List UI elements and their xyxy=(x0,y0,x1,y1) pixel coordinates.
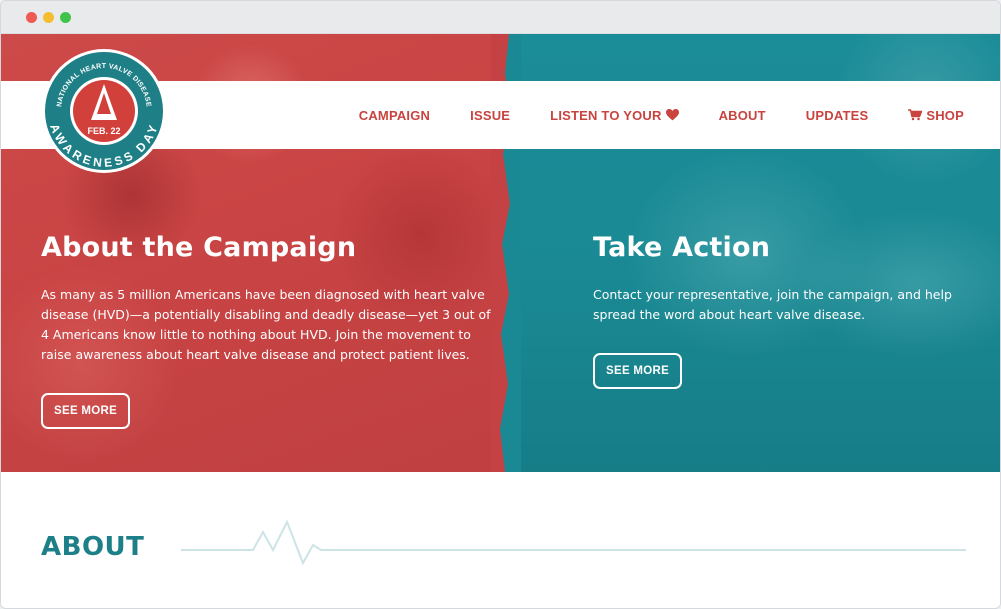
nav-updates[interactable]: UPDATES xyxy=(806,108,869,123)
hero-section: CAMPAIGN ISSUE LISTEN TO YOUR ABOUT UPDA… xyxy=(1,34,1000,472)
heartbeat-line xyxy=(181,519,966,566)
heart-icon xyxy=(665,109,679,121)
action-description: Contact your representative, join the ca… xyxy=(593,287,952,322)
awareness-day-logo[interactable]: FEB. 22 NATIONAL HEART VALVE DISEASE AWA… xyxy=(41,48,167,174)
campaign-see-more-button[interactable]: SEE MORE xyxy=(41,393,131,429)
minimize-window-button[interactable] xyxy=(43,12,54,23)
main-navigation: CAMPAIGN ISSUE LISTEN TO YOUR ABOUT UPDA… xyxy=(359,81,964,149)
nav-listen-label: LISTEN TO YOUR xyxy=(550,107,662,123)
nav-listen-to-your-heart[interactable]: LISTEN TO YOUR xyxy=(550,107,679,123)
close-window-button[interactable] xyxy=(26,12,37,23)
logo-date: FEB. 22 xyxy=(87,126,120,136)
nav-issue[interactable]: ISSUE xyxy=(470,108,510,123)
nav-about[interactable]: ABOUT xyxy=(719,108,766,123)
campaign-title: About the Campaign xyxy=(41,232,357,263)
action-see-more-button[interactable]: SEE MORE xyxy=(593,353,683,389)
maximize-window-button[interactable] xyxy=(60,12,71,23)
campaign-description: As many as 5 million Americans have been… xyxy=(41,287,491,362)
nav-campaign-label: CAMPAIGN xyxy=(358,107,431,123)
action-section: Take Action Contact your representative,… xyxy=(593,229,973,389)
nav-shop-label: SHOP xyxy=(926,107,964,123)
about-section: ABOUT xyxy=(1,472,1000,608)
action-title: Take Action xyxy=(593,232,771,263)
nav-issue-label: ISSUE xyxy=(470,107,511,123)
nav-shop[interactable]: SHOP xyxy=(908,108,964,123)
campaign-section: About the Campaign As many as 5 million … xyxy=(41,229,501,429)
nav-updates-label: UPDATES xyxy=(805,107,869,123)
browser-window: CAMPAIGN ISSUE LISTEN TO YOUR ABOUT UPDA… xyxy=(0,0,1001,609)
window-titlebar xyxy=(1,1,1000,34)
nav-campaign[interactable]: CAMPAIGN xyxy=(359,108,430,123)
cart-icon xyxy=(908,109,923,121)
about-heading: ABOUT xyxy=(41,532,145,562)
nav-about-label: ABOUT xyxy=(718,107,766,123)
